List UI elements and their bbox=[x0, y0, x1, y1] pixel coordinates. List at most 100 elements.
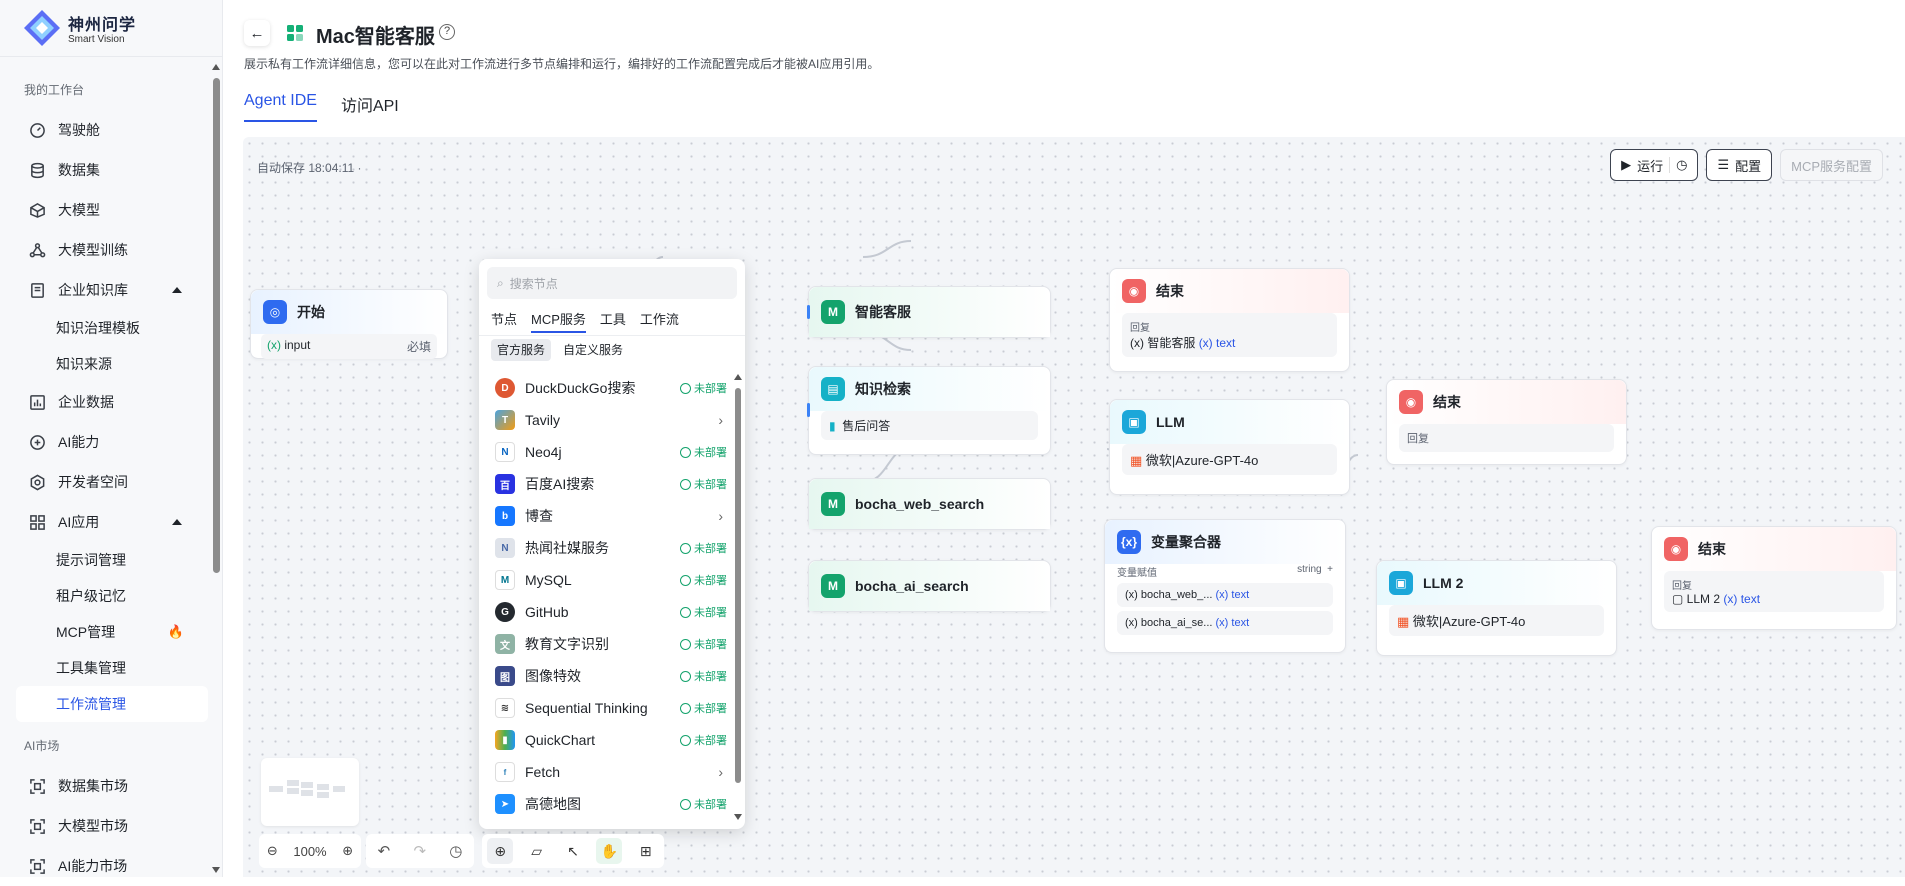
sidebar-item-model[interactable]: 大模型 bbox=[0, 190, 210, 230]
list-item[interactable]: N 热闻社媒服务 未部署 bbox=[479, 532, 731, 564]
minimap[interactable] bbox=[261, 758, 359, 826]
sidebar-item-knowledge[interactable]: 企业知识库 bbox=[0, 270, 210, 310]
list-item[interactable]: D DuckDuckGo搜索 未部署 bbox=[479, 372, 731, 404]
node-end-2[interactable]: ◉ 结束 回复 bbox=[1386, 379, 1627, 465]
list-item[interactable]: 图图像特效 未部署 bbox=[479, 660, 731, 692]
sidebar-scrollbar[interactable] bbox=[210, 62, 223, 877]
add-node-icon[interactable]: ⊕ bbox=[487, 838, 514, 864]
sidebar-item-ai-ability[interactable]: AI能力 bbox=[0, 422, 210, 462]
list-item[interactable]: N Neo4j 未部署 bbox=[479, 436, 731, 468]
input-port[interactable] bbox=[807, 403, 810, 417]
sidebar-item-ai-app[interactable]: AI应用 bbox=[0, 502, 210, 542]
logo[interactable]: 神州问学 Smart Vision bbox=[22, 8, 136, 48]
node-llm-2[interactable]: ▣ LLM 2 ▦ 微软|Azure-GPT-4o bbox=[1376, 560, 1617, 656]
list-item[interactable]: f Fetch › bbox=[479, 756, 731, 788]
node-title: 智能客服 bbox=[855, 304, 911, 320]
status-badge: 未部署 bbox=[680, 476, 727, 492]
scroll-up-icon[interactable] bbox=[734, 374, 742, 380]
sidebar-item-memory[interactable]: 租户级记忆 bbox=[0, 578, 210, 614]
node-ai-search[interactable]: Mbocha_ai_search bbox=[808, 560, 1051, 612]
node-aggregator[interactable]: {x} 变量聚合器 变量赋值 string + (x) bocha_web_... … bbox=[1104, 519, 1346, 653]
scroll-thumb[interactable] bbox=[735, 388, 741, 783]
tab-nodes[interactable]: 节点 bbox=[491, 309, 517, 333]
service-name: GitHub bbox=[525, 604, 569, 620]
search-input[interactable]: ⌕ 搜索节点 bbox=[487, 267, 737, 299]
sidebar-item-label: 大模型市场 bbox=[58, 818, 128, 834]
reply-box: 回复 bbox=[1399, 424, 1614, 452]
mcp-icon: M bbox=[821, 574, 845, 598]
sidebar-item-sources[interactable]: 知识来源 bbox=[0, 346, 210, 382]
scroll-up-icon[interactable] bbox=[212, 64, 220, 70]
sidebar-item-dataset[interactable]: 数据集 bbox=[0, 150, 210, 190]
pointer-icon[interactable]: ↖ bbox=[560, 838, 586, 864]
zoom-controls: ⊖ 100% ⊕ bbox=[259, 834, 361, 868]
tab-agent-ide[interactable]: Agent IDE bbox=[244, 92, 317, 122]
node-start[interactable]: ◎ 开始 (x) input 必填 bbox=[250, 289, 448, 359]
panel-scrollbar[interactable] bbox=[733, 372, 743, 822]
node-title: bocha_ai_search bbox=[855, 578, 969, 594]
help-icon[interactable]: ? bbox=[439, 24, 455, 40]
sidebar-item-label: MCP管理 bbox=[56, 624, 116, 640]
node-end-1[interactable]: ◉ 结束 回复 (x) 智能客服 (x) text bbox=[1109, 268, 1350, 372]
undo-icon[interactable]: ↶ bbox=[378, 842, 391, 860]
list-item[interactable]: M MySQL 未部署 bbox=[479, 564, 731, 596]
scroll-down-icon[interactable] bbox=[734, 814, 742, 820]
list-item[interactable]: b 博查 › bbox=[479, 500, 731, 532]
hand-icon[interactable]: ✋ bbox=[596, 838, 623, 864]
zoom-level[interactable]: 100% bbox=[293, 844, 326, 859]
zoom-out-icon[interactable]: ⊖ bbox=[267, 843, 278, 859]
tab-workflows[interactable]: 工作流 bbox=[640, 309, 679, 333]
add-note-icon[interactable]: ▱ bbox=[524, 838, 550, 864]
search-placeholder: 搜索节点 bbox=[509, 276, 558, 291]
node-llm[interactable]: ▣ LLM ▦ 微软|Azure-GPT-4o bbox=[1109, 399, 1350, 495]
input-port[interactable] bbox=[807, 305, 810, 319]
tab-tools[interactable]: 工具 bbox=[600, 309, 626, 333]
list-item[interactable]: ≋ Sequential Thinking 未部署 bbox=[479, 692, 731, 724]
list-item[interactable]: 文教育文字识别 未部署 bbox=[479, 628, 731, 660]
sidebar-item-dev-space[interactable]: 开发者空间 bbox=[0, 462, 210, 502]
sidebar-item-ability-market[interactable]: AI能力市场 bbox=[0, 846, 210, 886]
redo-icon[interactable]: ↷ bbox=[413, 842, 426, 860]
scroll-down-icon[interactable] bbox=[212, 867, 220, 873]
section-workspace: 我的工作台 bbox=[24, 83, 85, 97]
list-item[interactable]: ▮ QuickChart 未部署 bbox=[479, 724, 731, 756]
list-item[interactable]: ➤ 高德地图 未部署 bbox=[479, 788, 731, 820]
history-icon[interactable]: ◷ bbox=[449, 842, 462, 860]
sidebar-item-model-market[interactable]: 大模型市场 bbox=[0, 806, 210, 846]
list-item[interactable]: T Tavily › bbox=[479, 404, 731, 436]
node-picker-panel: ⌕ 搜索节点 节点 MCP服务 工具 工作流 官方服务 自定义服务 D DuckDu… bbox=[479, 259, 745, 829]
node-knowledge[interactable]: ▤ 知识检索 ▮ 售后问答 bbox=[807, 366, 1051, 455]
sidebar-item-workflow[interactable]: 工作流管理 bbox=[16, 686, 208, 722]
page-description: 展示私有工作流详细信息，您可以在此对工作流进行多节点编排和运行，编排好的工作流配… bbox=[244, 57, 880, 71]
sidebar-item-dataset-market[interactable]: 数据集市场 bbox=[0, 766, 210, 806]
add-icon[interactable]: + bbox=[1327, 564, 1333, 575]
sidebar-item-cockpit[interactable]: 驾驶舱 bbox=[0, 110, 210, 150]
node-smart-cs[interactable]: M 智能客服 bbox=[807, 286, 1051, 338]
list-item[interactable]: 百百度AI搜索 未部署 bbox=[479, 468, 731, 500]
sidebar-item-toolsets[interactable]: 工具集管理 bbox=[0, 650, 210, 686]
sidebar-item-prompts[interactable]: 提示词管理 bbox=[0, 542, 210, 578]
sidebar-item-enterprise-data[interactable]: 企业数据 bbox=[0, 382, 210, 422]
scroll-thumb[interactable] bbox=[213, 78, 220, 573]
node-title: 开始 bbox=[297, 304, 325, 320]
service-name: DuckDuckGo搜索 bbox=[525, 380, 636, 396]
sidebar-item-governance[interactable]: 知识治理模板 bbox=[0, 310, 210, 346]
thinking-icon: ≋ bbox=[495, 698, 515, 718]
sidebar-item-training[interactable]: 大模型训练 bbox=[0, 230, 210, 270]
zoom-in-icon[interactable]: ⊕ bbox=[342, 843, 353, 859]
node-web-search[interactable]: Mbocha_web_search bbox=[808, 478, 1051, 530]
node-end-3[interactable]: ◉ 结束 回复 ▢ LLM 2 (x) text bbox=[1651, 526, 1897, 630]
tab-mcp[interactable]: MCP服务 bbox=[531, 309, 586, 333]
model-box[interactable]: ▦ 微软|Azure-GPT-4o bbox=[1122, 444, 1337, 475]
mysql-icon: M bbox=[495, 570, 515, 590]
training-icon bbox=[28, 241, 46, 259]
back-button[interactable]: ← bbox=[244, 20, 270, 46]
layout-icon[interactable]: ⊞ bbox=[633, 838, 659, 864]
tab-api[interactable]: 访问API bbox=[341, 92, 399, 122]
subtab-official[interactable]: 官方服务 bbox=[491, 339, 552, 361]
subtab-custom[interactable]: 自定义服务 bbox=[557, 339, 629, 361]
status-badge: 未部署 bbox=[680, 668, 727, 684]
model-box[interactable]: ▦ 微软|Azure-GPT-4o bbox=[1389, 605, 1604, 636]
sidebar-item-mcp[interactable]: MCP管理 🔥 bbox=[0, 614, 210, 650]
list-item[interactable]: G GitHub 未部署 bbox=[479, 596, 731, 628]
